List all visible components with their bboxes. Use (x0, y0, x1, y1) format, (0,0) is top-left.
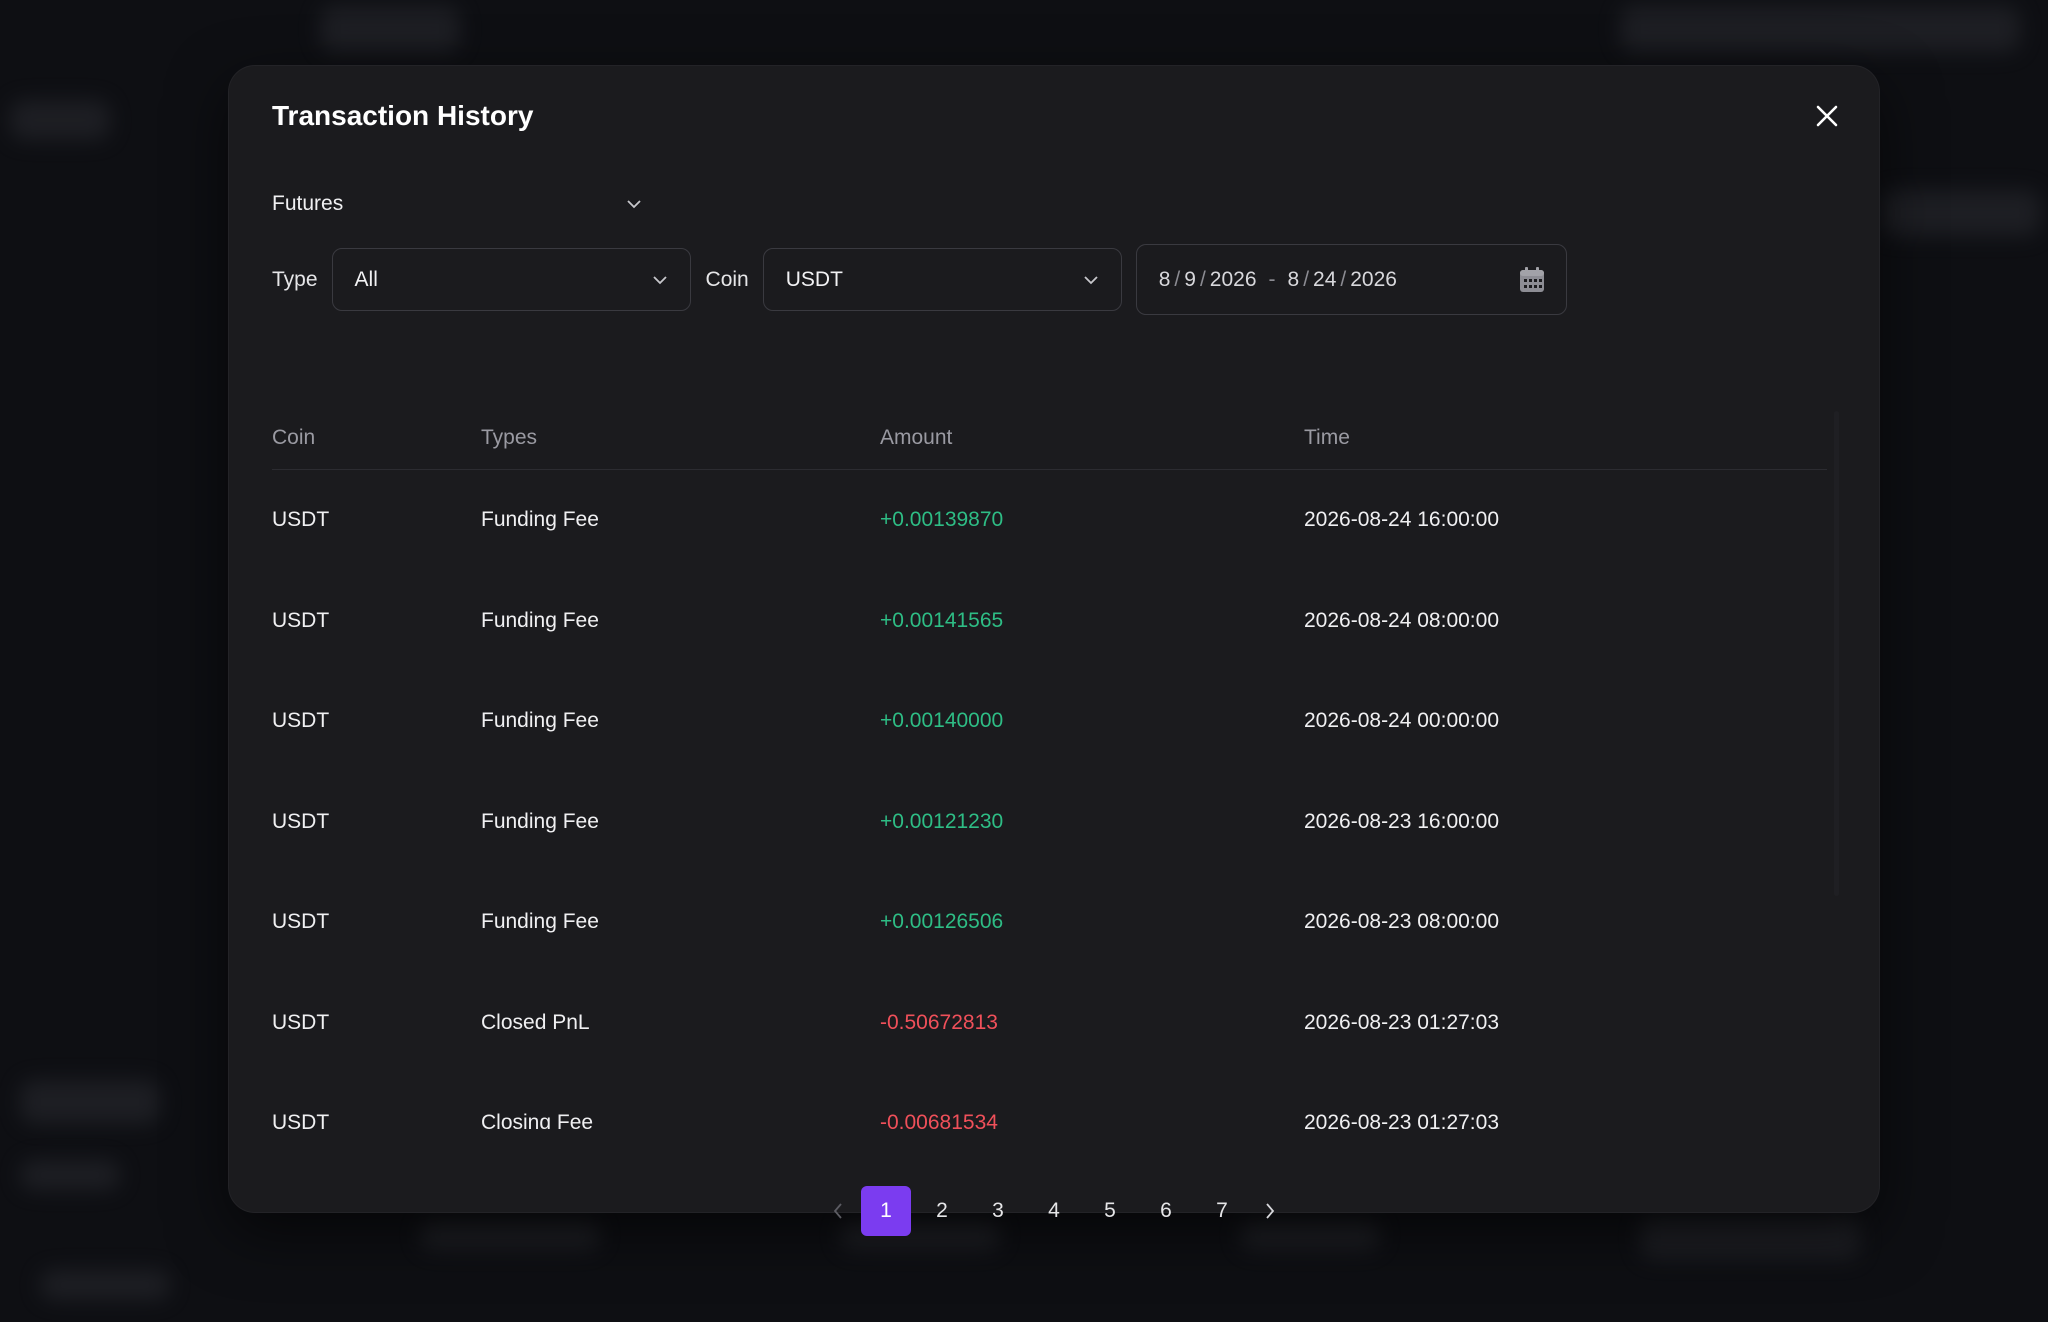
table-row: USDT Closed PnL -0.50672813 2026-08-23 01:2… (272, 973, 1827, 1074)
cell-type: Funding Fee (481, 608, 599, 632)
background-blur (40, 1270, 170, 1300)
transaction-history-modal: Transaction History Futures Type All Coi… (229, 66, 1879, 1236)
cell-time: 2026-08-24 16:00:00 (1304, 508, 1499, 532)
page-button-6[interactable]: 6 (1141, 1186, 1191, 1236)
table-row: USDT Closing Fee -0.00681534 2026-08-23 01:… (272, 1073, 1827, 1129)
cell-time: 2026-08-24 08:00:00 (1304, 608, 1499, 632)
table-header: Coin Types Amount Time (272, 406, 1827, 470)
cell-time: 2026-08-24 00:00:00 (1304, 709, 1499, 733)
cell-type: Funding Fee (481, 809, 599, 833)
cell-coin: USDT (272, 809, 330, 833)
background-blur (20, 1160, 120, 1190)
table-viewport: Coin Types Amount Time USDT Funding Fee +0… (229, 66, 1879, 1129)
cell-amount: +0.00121230 (880, 809, 1004, 833)
background-blur (1880, 190, 2040, 236)
table-row: USDT Funding Fee +0.00121230 2026-08-23 16:… (272, 772, 1827, 873)
cell-time: 2026-08-23 01:27:03 (1304, 1111, 1499, 1129)
column-header-coin: Coin (272, 425, 316, 449)
column-header-amount: Amount (880, 425, 953, 449)
cell-coin: USDT (272, 910, 330, 934)
cell-amount: +0.00140000 (880, 709, 1004, 733)
cell-amount: +0.00141565 (880, 608, 1004, 632)
cell-coin: USDT (272, 1111, 330, 1129)
next-page-button[interactable] (1250, 1186, 1290, 1236)
page-button-3[interactable]: 3 (973, 1186, 1023, 1236)
table-row: USDT Funding Fee +0.00139870 2026-08-24 16:… (272, 470, 1827, 571)
cell-time: 2026-08-23 01:27:03 (1304, 1010, 1499, 1034)
cell-coin: USDT (272, 1010, 330, 1034)
column-header-types: Types (481, 425, 538, 449)
cell-type: Funding Fee (481, 910, 599, 934)
background-blur (1620, 6, 2020, 52)
chevron-left-icon (833, 1203, 842, 1219)
cell-coin: USDT (272, 508, 330, 532)
cell-coin: USDT (272, 608, 330, 632)
chevron-right-icon (1266, 1203, 1275, 1219)
page-button-7[interactable]: 7 (1197, 1186, 1247, 1236)
table-row: USDT Funding Fee +0.00140000 2026-08-24 00:… (272, 671, 1827, 772)
cell-type: Funding Fee (481, 508, 599, 532)
prev-page-button[interactable] (818, 1186, 858, 1236)
page-list: 1234567 (858, 1186, 1250, 1236)
page-button-5[interactable]: 5 (1085, 1186, 1135, 1236)
cell-time: 2026-08-23 08:00:00 (1304, 910, 1499, 934)
cell-type: Closed PnL (481, 1010, 590, 1034)
table-row: USDT Funding Fee +0.00126506 2026-08-23 08:… (272, 872, 1827, 973)
table-body: USDT Funding Fee +0.00139870 2026-08-24 16:… (272, 470, 1827, 1129)
cell-type: Closing Fee (481, 1111, 594, 1129)
table-row: USDT Funding Fee +0.00141565 2026-08-24 08:… (272, 571, 1827, 672)
pagination: 1234567 (229, 1186, 1879, 1236)
page-button-1[interactable]: 1 (861, 1186, 911, 1236)
cell-time: 2026-08-23 16:00:00 (1304, 809, 1499, 833)
cell-amount: -0.50672813 (880, 1010, 998, 1034)
background-blur (320, 6, 460, 52)
background-blur (10, 100, 110, 140)
column-header-time: Time (1304, 425, 1350, 449)
page-button-2[interactable]: 2 (917, 1186, 967, 1236)
cell-amount: -0.00681534 (880, 1111, 998, 1129)
cell-amount: +0.00126506 (880, 910, 1004, 934)
cell-type: Funding Fee (481, 709, 599, 733)
page-button-4[interactable]: 4 (1029, 1186, 1079, 1236)
cell-amount: +0.00139870 (880, 508, 1004, 532)
background-blur (20, 1080, 160, 1124)
cell-coin: USDT (272, 709, 330, 733)
transactions-table: Coin Types Amount Time USDT Funding Fee +0… (272, 406, 1827, 1129)
